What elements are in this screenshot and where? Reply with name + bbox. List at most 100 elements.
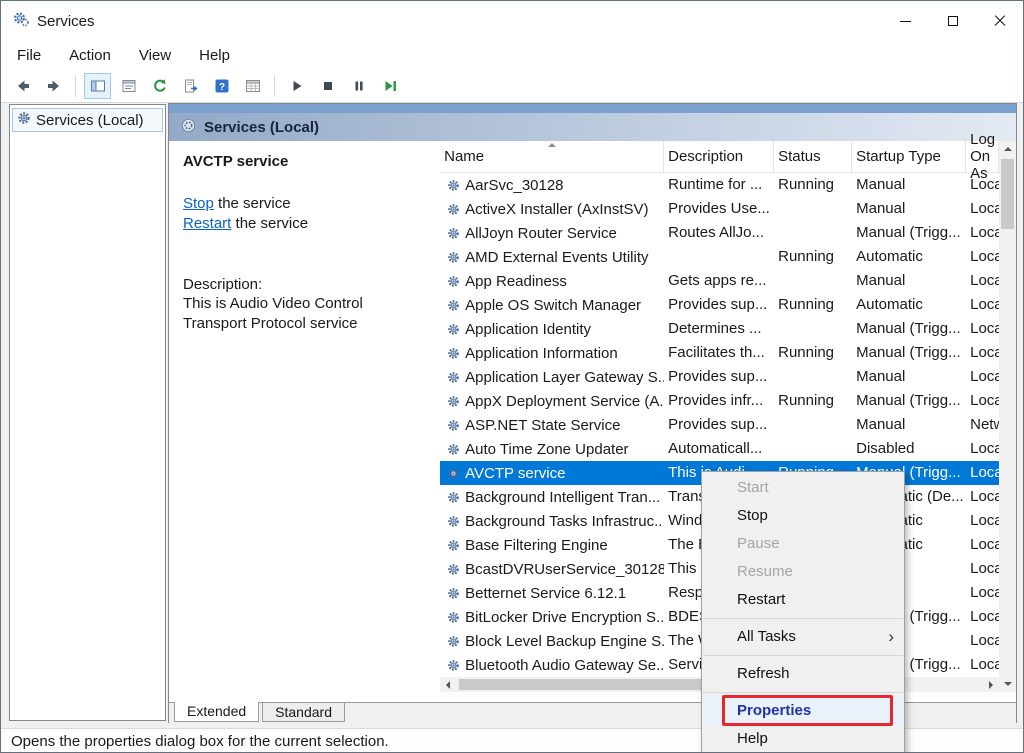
menu-item-restart[interactable]: Restart xyxy=(702,586,904,614)
column-header-label: Log On As xyxy=(970,131,995,182)
cell-log-on-as: Local Syste... xyxy=(966,389,999,413)
vertical-scroll-track[interactable] xyxy=(999,157,1016,676)
service-action-line: Restart the service xyxy=(183,214,426,234)
console-tree-panel: Services (Local) xyxy=(9,104,166,721)
menu-item-start[interactable]: Start xyxy=(702,474,904,502)
cell-log-on-as: Local Syste... xyxy=(966,437,999,461)
cell-log-on-as: Local Syste... xyxy=(966,605,999,629)
maximize-button[interactable] xyxy=(929,1,976,41)
cell-log-on-as: Local Syste... xyxy=(966,293,999,317)
menu-item-label: Pause xyxy=(737,535,780,552)
service-gear-icon xyxy=(447,563,460,576)
cell-log-on-as: Local Syste... xyxy=(966,197,999,221)
start-service-button[interactable] xyxy=(283,73,310,99)
service-gear-icon xyxy=(447,323,460,336)
vertical-scroll-thumb[interactable] xyxy=(1001,159,1014,229)
vertical-scrollbar[interactable] xyxy=(999,141,1016,692)
cell-description: Runtime for ... xyxy=(664,173,774,197)
menu-item-label: Restart xyxy=(737,591,785,608)
cell-name: Application Identity xyxy=(440,317,664,341)
menu-item-label: Properties xyxy=(737,702,811,719)
export-list-button[interactable] xyxy=(177,73,204,99)
toolbar: ? xyxy=(1,69,1023,103)
cell-description: Gets apps re... xyxy=(664,269,774,293)
menu-help[interactable]: Help xyxy=(189,44,240,67)
table-row[interactable]: AarSvc_30128Runtime for ...RunningManual… xyxy=(440,173,999,197)
properties-toolbar-button[interactable] xyxy=(115,73,142,99)
table-row[interactable]: Application IdentityDetermines ...Manual… xyxy=(440,317,999,341)
column-header-name[interactable]: Name xyxy=(440,141,664,172)
service-name: ASP.NET State Service xyxy=(465,417,620,434)
column-header-description[interactable]: Description xyxy=(664,141,774,172)
table-row[interactable]: AMD External Events UtilityRunningAutoma… xyxy=(440,245,999,269)
close-button[interactable] xyxy=(976,1,1023,41)
minimize-button[interactable] xyxy=(882,1,929,41)
pause-service-button[interactable] xyxy=(345,73,372,99)
table-row[interactable]: ActiveX Installer (AxInstSV)Provides Use… xyxy=(440,197,999,221)
tab-standard[interactable]: Standard xyxy=(262,703,345,722)
cell-name: Application Layer Gateway S... xyxy=(440,365,664,389)
stop-service-button[interactable] xyxy=(314,73,341,99)
restart-service-link[interactable]: Restart xyxy=(183,215,231,232)
table-row[interactable]: AppX Deployment Service (A...Provides in… xyxy=(440,389,999,413)
menu-item-resume[interactable]: Resume xyxy=(702,558,904,586)
service-name: AllJoyn Router Service xyxy=(465,225,617,242)
menu-item-properties[interactable]: Properties xyxy=(702,697,904,725)
column-header-label: Startup Type xyxy=(856,148,941,165)
menu-action[interactable]: Action xyxy=(59,44,121,67)
submenu-arrow-icon: › xyxy=(888,623,894,651)
banner-title: Services (Local) xyxy=(204,119,319,136)
service-gear-icon xyxy=(447,179,460,192)
menu-item-all-tasks[interactable]: All Tasks› xyxy=(702,623,904,651)
back-button[interactable] xyxy=(9,73,36,99)
cell-name: AppX Deployment Service (A... xyxy=(440,389,664,413)
table-row[interactable]: App ReadinessGets apps re...ManualLocal … xyxy=(440,269,999,293)
menu-item-help[interactable]: Help xyxy=(702,725,904,753)
service-gear-icon xyxy=(447,587,460,600)
table-row[interactable]: Application Layer Gateway S...Provides s… xyxy=(440,365,999,389)
cell-startup-type: Manual xyxy=(852,413,966,437)
cell-name: AMD External Events Utility xyxy=(440,245,664,269)
scroll-down-button[interactable] xyxy=(999,676,1016,692)
view-menu-button[interactable] xyxy=(239,73,266,99)
window-controls xyxy=(882,1,1023,41)
scroll-left-button[interactable] xyxy=(440,677,456,692)
action-suffix: the service xyxy=(231,215,308,232)
forward-button[interactable] xyxy=(40,73,67,99)
scroll-up-button[interactable] xyxy=(999,141,1016,157)
refresh-button[interactable] xyxy=(146,73,173,99)
restart-service-button[interactable] xyxy=(376,73,403,99)
toolbar-separator xyxy=(75,75,76,97)
help-button[interactable]: ? xyxy=(208,73,235,99)
column-header-status[interactable]: Status xyxy=(774,141,852,172)
cell-status xyxy=(774,317,852,341)
cell-description xyxy=(664,245,774,269)
table-row[interactable]: Auto Time Zone UpdaterAutomaticall...Dis… xyxy=(440,437,999,461)
services-banner-icon xyxy=(181,118,196,137)
table-row[interactable]: ASP.NET State ServiceProvides sup...Manu… xyxy=(440,413,999,437)
tab-extended[interactable]: Extended xyxy=(174,702,259,722)
service-name: Background Tasks Infrastruc... xyxy=(465,513,664,530)
table-row[interactable]: Application InformationFacilitates th...… xyxy=(440,341,999,365)
menu-item-stop[interactable]: Stop xyxy=(702,502,904,530)
sort-ascending-icon xyxy=(548,143,556,147)
forward-arrow-icon xyxy=(46,78,62,94)
column-header-log-on-as[interactable]: Log On As xyxy=(966,141,999,172)
menu-item-refresh[interactable]: Refresh xyxy=(702,660,904,688)
column-header-startup-type[interactable]: Startup Type xyxy=(852,141,966,172)
cell-log-on-as: Local Syste... xyxy=(966,629,999,653)
stop-service-link[interactable]: Stop xyxy=(183,195,214,212)
menu-file[interactable]: File xyxy=(7,44,51,67)
show-console-tree-button[interactable] xyxy=(84,73,111,99)
menu-item-pause[interactable]: Pause xyxy=(702,530,904,558)
tree-item-services-local[interactable]: Services (Local) xyxy=(12,108,163,132)
table-row[interactable]: AllJoyn Router ServiceRoutes AllJo...Man… xyxy=(440,221,999,245)
cell-startup-type: Manual xyxy=(852,365,966,389)
table-row[interactable]: Apple OS Switch ManagerProvides sup...Ru… xyxy=(440,293,999,317)
menu-view[interactable]: View xyxy=(129,44,181,67)
cell-name: Background Intelligent Tran... xyxy=(440,485,664,509)
cell-name: BitLocker Drive Encryption S... xyxy=(440,605,664,629)
cell-status: Running xyxy=(774,389,852,413)
scroll-right-button[interactable] xyxy=(983,677,999,692)
console-tree-icon xyxy=(90,78,106,94)
